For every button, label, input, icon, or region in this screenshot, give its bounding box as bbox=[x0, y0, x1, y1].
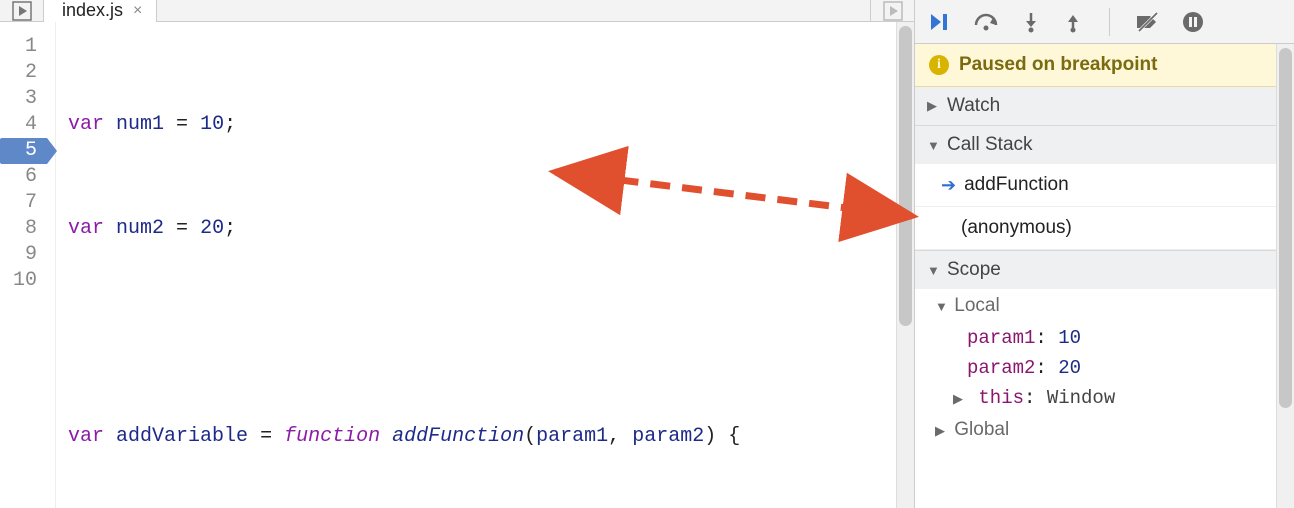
editor-tabbar: index.js × bbox=[0, 0, 914, 22]
step-over-icon bbox=[973, 11, 999, 33]
step-into-icon bbox=[1021, 11, 1041, 33]
scope-variable-this[interactable]: ▶ this: Window bbox=[915, 383, 1294, 413]
chevron-right-icon: ▶ bbox=[935, 423, 949, 439]
toolbar-divider bbox=[1109, 8, 1110, 36]
stack-frame-current[interactable]: ➔ addFunction bbox=[915, 164, 1294, 207]
paused-label: Paused on breakpoint bbox=[959, 54, 1157, 76]
breakpoint-marker[interactable]: 5 bbox=[0, 138, 47, 164]
scope-variable[interactable]: param2: 20 bbox=[915, 353, 1294, 383]
chevron-down-icon: ▼ bbox=[927, 138, 941, 153]
step-over-button[interactable] bbox=[973, 11, 999, 33]
paused-banner: i Paused on breakpoint bbox=[915, 44, 1294, 87]
scope-local-header[interactable]: ▼ Local bbox=[915, 289, 1294, 323]
line-number-gutter[interactable]: 1 2 3 4 5 6 7 8 9 10 bbox=[0, 22, 56, 508]
tab-index-js[interactable]: index.js × bbox=[44, 0, 157, 21]
code-line bbox=[66, 320, 896, 346]
play-box-icon bbox=[12, 1, 32, 21]
pause-circle-icon bbox=[1182, 11, 1204, 33]
editor-pane: index.js × 1 2 3 4 5 6 7 8 9 10 var num1… bbox=[0, 0, 915, 508]
scope-global-header[interactable]: ▶ Global bbox=[915, 413, 1294, 447]
callstack-header[interactable]: ▼ Call Stack bbox=[915, 126, 1294, 164]
debugger-toolbar bbox=[915, 0, 1294, 44]
chevron-right-icon: ▶ bbox=[953, 392, 967, 407]
step-out-button[interactable] bbox=[1063, 11, 1083, 33]
resume-icon bbox=[929, 11, 951, 33]
scope-header[interactable]: ▼ Scope bbox=[915, 251, 1294, 289]
pause-on-exceptions-button[interactable] bbox=[1182, 11, 1204, 33]
current-frame-icon: ➔ bbox=[941, 175, 956, 196]
resume-button[interactable] bbox=[929, 11, 951, 33]
chevron-down-icon: ▼ bbox=[935, 299, 949, 314]
chevron-down-icon: ▼ bbox=[927, 263, 941, 278]
toggle-navigator-button[interactable] bbox=[0, 0, 44, 21]
scrollbar-thumb[interactable] bbox=[899, 26, 912, 326]
info-icon: i bbox=[929, 55, 949, 75]
debugger-sidebar: i Paused on breakpoint ▶ Watch ▼ Call St… bbox=[915, 0, 1294, 508]
chevron-right-icon: ▶ bbox=[927, 98, 941, 114]
sidebar-scrollbar[interactable] bbox=[1276, 44, 1294, 508]
code-line: var num1 = 10; bbox=[66, 112, 896, 138]
tab-filename: index.js bbox=[62, 0, 123, 21]
close-icon[interactable]: × bbox=[133, 2, 142, 20]
step-out-icon bbox=[1063, 11, 1083, 33]
editor-scrollbar[interactable] bbox=[896, 22, 914, 508]
watch-header[interactable]: ▶ Watch bbox=[915, 87, 1294, 125]
watch-section: ▶ Watch bbox=[915, 87, 1294, 126]
scrollbar-thumb[interactable] bbox=[1279, 48, 1292, 408]
play-box-icon bbox=[883, 1, 903, 21]
code-area[interactable]: var num1 = 10; var num2 = 20; var addVar… bbox=[56, 22, 896, 508]
deactivate-breakpoints-button[interactable] bbox=[1136, 11, 1160, 33]
scope-variable[interactable]: param1: 10 bbox=[915, 323, 1294, 353]
breakpoints-disabled-icon bbox=[1136, 11, 1160, 33]
code-line: var num2 = 20; bbox=[66, 216, 896, 242]
step-into-button[interactable] bbox=[1021, 11, 1041, 33]
stack-frame[interactable]: (anonymous) bbox=[915, 207, 1294, 250]
callstack-section: ▼ Call Stack ➔ addFunction (anonymous) bbox=[915, 126, 1294, 251]
code-line: var addVariable = function addFunction(p… bbox=[66, 424, 896, 450]
toggle-preview-button[interactable] bbox=[870, 0, 914, 21]
code-editor[interactable]: 1 2 3 4 5 6 7 8 9 10 var num1 = 10; var … bbox=[0, 22, 914, 508]
scope-section: ▼ Scope ▼ Local param1: 10 param2: 20 ▶ … bbox=[915, 251, 1294, 447]
